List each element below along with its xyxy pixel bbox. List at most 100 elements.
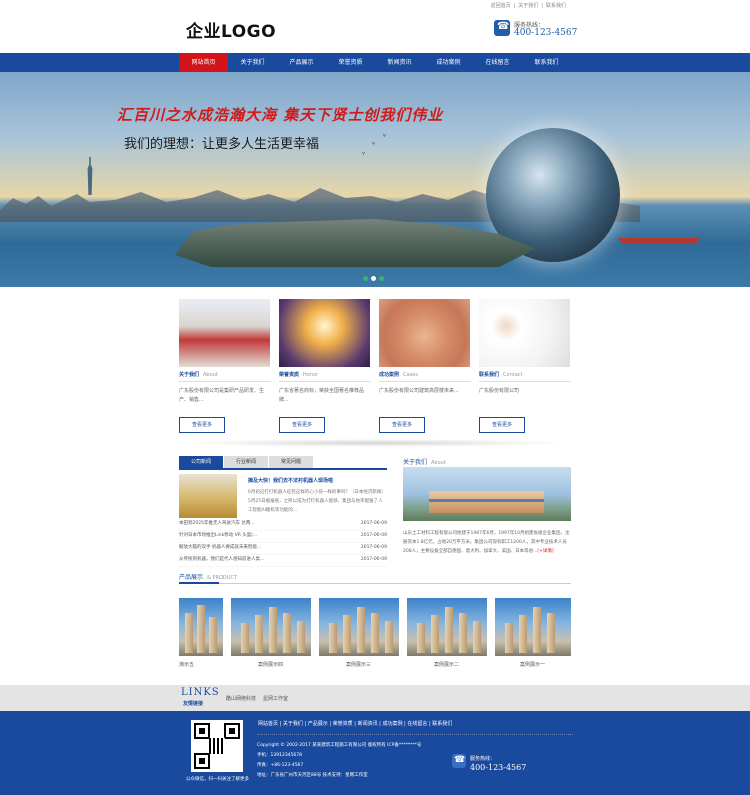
feature-card-honor: 荣誉资质 Honor 广东省著名商标，荣获全国著名推荐品牌... 查看更多 [279, 299, 371, 433]
news-item-title[interactable]: 从传统到机器，我们是代人感知前进人类... [179, 555, 264, 566]
footer-fax: 传真：+86-123-4567 [257, 763, 304, 768]
card-desc: 广东股份有限公司建筑高层楼未来... [379, 388, 459, 394]
product-image[interactable] [407, 598, 487, 656]
card-more-button[interactable]: 查看更多 [279, 417, 325, 433]
news-thumbnail[interactable] [179, 474, 237, 518]
card-title: 联系我们 [479, 372, 500, 378]
footer-divider [257, 734, 573, 735]
footer-nav-products[interactable]: 产品展示 [308, 721, 328, 727]
footer-nav: 网站首页 | 关于我们 | 产品展示 | 荣誉资质 | 新闻资讯 | 成功案例 … [258, 721, 453, 727]
news-item-title[interactable]: 本田到2025年推无人驾驶汽车 达两... [179, 519, 255, 530]
bird-icon: ᵛ [383, 132, 387, 141]
footer-phone: 手机：13912345678 [257, 753, 302, 758]
card-more-button[interactable]: 查看更多 [479, 417, 525, 433]
footer-nav-cases[interactable]: 成功案例 [382, 721, 402, 727]
footer-address: 地址：广东省广州市天河区88号 技术支持：星网工作室 [257, 773, 368, 778]
hotline-number: 400-123-4567 [470, 763, 527, 772]
nav-item-home[interactable]: 网站首页 [179, 53, 228, 72]
about-heading: 关于我们 About [403, 457, 446, 466]
links-title-en: LINKS [181, 687, 220, 698]
slider-dots [363, 276, 384, 281]
card-image-hands [379, 299, 470, 367]
news-item-title[interactable]: 针对日本市场推出Link移动 VR 头盔(... [179, 531, 257, 542]
card-more-button[interactable]: 查看更多 [179, 417, 225, 433]
card-image-trophy [279, 299, 370, 367]
product-image[interactable] [179, 598, 223, 656]
card-more-button[interactable]: 查看更多 [379, 417, 425, 433]
feature-card-contact: 联系我们 Contact 广东股份有限公司 查看更多 [479, 299, 571, 433]
card-title: 成功案例 [379, 372, 400, 378]
card-image-support [479, 299, 570, 367]
footer-nav-contact[interactable]: 联系我们 [432, 721, 452, 727]
footer-nav-news[interactable]: 新闻资讯 [358, 721, 378, 727]
bird-icon: ᵛ [362, 150, 366, 159]
about-title-en: About [431, 460, 446, 466]
product-label[interactable]: 案例展示三 [346, 661, 371, 668]
card-title: 荣誉资质 [279, 372, 300, 378]
news-item-date: 2017-06-09 [360, 521, 387, 526]
nav-item-news[interactable]: 新闻资讯 [375, 53, 424, 72]
links-title: 友情链接 [183, 701, 204, 707]
feature-card-cases: 成功案例 Cases 广东股份有限公司建筑高层楼未来... 查看更多 [379, 299, 471, 433]
product-image[interactable] [319, 598, 399, 656]
top-link-home[interactable]: 返回首页 [491, 3, 511, 9]
qr-caption: 公众微信，扫一扫关注了解更多 [186, 777, 249, 782]
hotline-footer: 服务热线： 400-123-4567 [452, 754, 526, 772]
news-item-title[interactable]: 解放大脑的双手 机器人要成就未来智能... [179, 543, 261, 554]
tab-faq[interactable]: 常见问题 [269, 456, 313, 468]
nav-item-about[interactable]: 关于我们 [228, 53, 277, 72]
news-item-date: 2017-06-09 [360, 545, 387, 550]
products-title: 产品展示 [179, 574, 204, 581]
product-image[interactable] [231, 598, 311, 656]
hotline-label: 服务热线： [470, 756, 496, 762]
news-item-date: 2017-06-09 [360, 533, 387, 538]
product-label[interactable]: 案例展示二 [434, 661, 459, 668]
footer-nav-about[interactable]: 关于我们 [283, 721, 303, 727]
site-logo[interactable]: 企业LOGO [186, 17, 276, 42]
nav-item-contact[interactable]: 联系我们 [522, 53, 571, 72]
footer-nav-honor[interactable]: 荣誉资质 [333, 721, 353, 727]
footer-copyright: Copyright © 2002-2017 某某建筑工程施工有限公司 版权所有 … [257, 743, 422, 748]
products-heading: 产品展示 & PRODUCT [179, 572, 237, 581]
tab-company-news[interactable]: 公司新闻 [179, 456, 223, 468]
card-desc: 广东股份有限公司是集研产品研发、生产、销售... [179, 388, 265, 403]
hero-banner[interactable]: ᵛ ᵛ ᵛ 汇百川之水成浩瀚大海 集天下贤士创我们伟业 我们的理想：让更多人生活… [0, 72, 750, 287]
divider-shadow [179, 439, 571, 447]
friend-link[interactable]: 酷山网络科技 [226, 696, 256, 702]
hotline-top: 服务热线： 400-123-4567 [494, 20, 577, 38]
slider-dot-active[interactable] [371, 276, 376, 281]
footer-nav-message[interactable]: 在线留言 [407, 721, 427, 727]
nav-item-honor[interactable]: 荣誉资质 [326, 53, 375, 72]
qr-code-icon [191, 720, 243, 772]
product-label[interactable]: 演示五 [179, 661, 194, 668]
friend-link[interactable]: 星网工作室 [263, 696, 288, 702]
card-title-en: Honor [303, 372, 319, 378]
top-link-contact[interactable]: 联系我们 [546, 3, 566, 9]
list-item[interactable]: 解放大脑的双手 机器人要成就未来智能... 2017-06-09 [179, 543, 387, 555]
slider-dot[interactable] [363, 276, 368, 281]
card-title-en: Contact [503, 372, 523, 378]
friend-links-bar [0, 685, 750, 711]
bird-icon: ᵛ [372, 140, 376, 149]
list-item[interactable]: 本田到2025年推无人驾驶汽车 达两... 2017-06-09 [179, 519, 387, 531]
list-item[interactable]: 从传统到机器，我们是代人感知前进人类... 2017-06-09 [179, 555, 387, 567]
tab-industry-news[interactable]: 行业新闻 [224, 456, 268, 468]
card-desc: 广东省著名商标，荣获全国著名推荐品牌... [279, 388, 365, 403]
phone-icon [452, 754, 466, 768]
list-item[interactable]: 针对日本市场推出Link移动 VR 头盔(... 2017-06-09 [179, 531, 387, 543]
about-more-link[interactable]: [+详情] [537, 549, 553, 554]
news-headline[interactable]: 摘及大快！我们去不法衬机器人现场啦 [248, 477, 333, 484]
top-links: 返回首页 | 关于我们 | 联系我们 [490, 3, 566, 9]
nav-item-cases[interactable]: 成功案例 [424, 53, 473, 72]
product-label[interactable]: 案例展示一 [520, 661, 545, 668]
footer-nav-home[interactable]: 网站首页 [258, 721, 278, 727]
nav-item-message[interactable]: 在线留言 [473, 53, 522, 72]
products-title-en: & PRODUCT [207, 575, 237, 581]
nav-item-products[interactable]: 产品展示 [277, 53, 326, 72]
product-image[interactable] [495, 598, 571, 656]
card-title: 关于我们 [179, 372, 200, 378]
hotline-number: 400-123-4567 [514, 28, 578, 38]
product-label[interactable]: 案例展示四 [258, 661, 283, 668]
top-link-about[interactable]: 关于我们 [518, 3, 538, 9]
slider-dot[interactable] [379, 276, 384, 281]
